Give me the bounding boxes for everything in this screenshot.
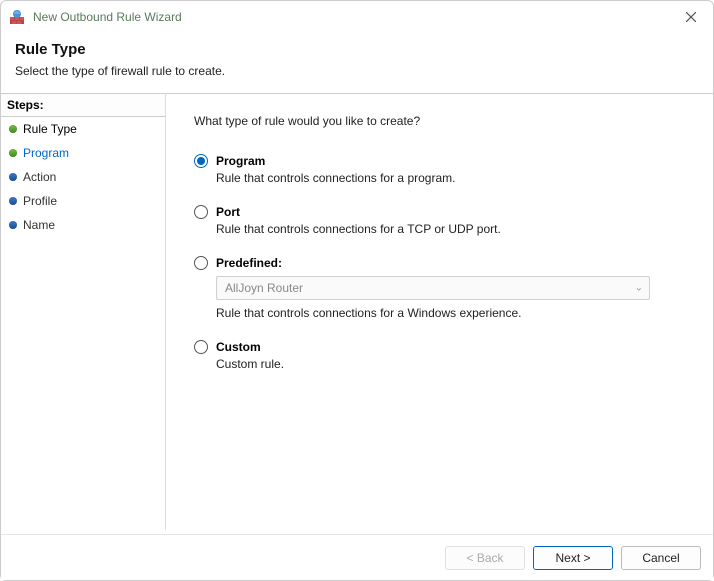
close-button[interactable]	[677, 3, 705, 31]
firewall-icon	[9, 9, 25, 25]
step-label: Profile	[23, 194, 57, 208]
option-custom: Custom Custom rule.	[194, 340, 685, 371]
step-program[interactable]: Program	[1, 141, 165, 165]
radio-predefined[interactable]	[194, 256, 208, 270]
step-label: Program	[23, 146, 69, 160]
predefined-selected-value: AllJoyn Router	[225, 281, 303, 295]
close-icon	[686, 12, 696, 22]
step-label: Rule Type	[23, 122, 77, 136]
option-port-row[interactable]: Port	[194, 205, 685, 219]
option-custom-row[interactable]: Custom	[194, 340, 685, 354]
main-panel: What type of rule would you like to crea…	[166, 93, 713, 530]
radio-custom[interactable]	[194, 340, 208, 354]
option-program-row[interactable]: Program	[194, 154, 685, 168]
predefined-select: AllJoyn Router ⌄	[216, 276, 650, 300]
page-title: Rule Type	[15, 41, 699, 58]
radio-port[interactable]	[194, 205, 208, 219]
wizard-footer: < Back Next > Cancel	[1, 534, 713, 580]
wizard-header: Rule Type Select the type of firewall ru…	[1, 33, 713, 92]
step-name[interactable]: Name	[1, 213, 165, 237]
bullet-icon	[9, 173, 17, 181]
steps-header: Steps:	[1, 93, 165, 117]
option-predefined: Predefined: AllJoyn Router ⌄ Rule that c…	[194, 256, 685, 320]
option-port-desc: Rule that controls connections for a TCP…	[216, 222, 685, 236]
option-program: Program Rule that controls connections f…	[194, 154, 685, 185]
steps-sidebar: Steps: Rule Type Program Action Profile …	[1, 93, 166, 530]
step-rule-type[interactable]: Rule Type	[1, 117, 165, 141]
step-label: Name	[23, 218, 55, 232]
titlebar: New Outbound Rule Wizard	[1, 1, 713, 33]
bullet-icon	[9, 149, 17, 157]
content-row: Steps: Rule Type Program Action Profile …	[1, 92, 713, 530]
bullet-icon	[9, 125, 17, 133]
next-button[interactable]: Next >	[533, 546, 613, 570]
option-port: Port Rule that controls connections for …	[194, 205, 685, 236]
option-predefined-desc: Rule that controls connections for a Win…	[216, 306, 685, 320]
step-profile[interactable]: Profile	[1, 189, 165, 213]
bullet-icon	[9, 197, 17, 205]
option-program-title: Program	[216, 154, 265, 168]
option-custom-desc: Custom rule.	[216, 357, 685, 371]
option-port-title: Port	[216, 205, 240, 219]
chevron-down-icon: ⌄	[635, 283, 643, 294]
prompt-text: What type of rule would you like to crea…	[194, 114, 685, 128]
bullet-icon	[9, 221, 17, 229]
cancel-button[interactable]: Cancel	[621, 546, 701, 570]
window-title: New Outbound Rule Wizard	[33, 10, 677, 24]
page-subtitle: Select the type of firewall rule to crea…	[15, 64, 699, 78]
step-label: Action	[23, 170, 56, 184]
option-predefined-title: Predefined:	[216, 256, 282, 270]
option-program-desc: Rule that controls connections for a pro…	[216, 171, 685, 185]
step-action[interactable]: Action	[1, 165, 165, 189]
option-predefined-row[interactable]: Predefined:	[194, 256, 685, 270]
back-button: < Back	[445, 546, 525, 570]
radio-program[interactable]	[194, 154, 208, 168]
option-custom-title: Custom	[216, 340, 261, 354]
